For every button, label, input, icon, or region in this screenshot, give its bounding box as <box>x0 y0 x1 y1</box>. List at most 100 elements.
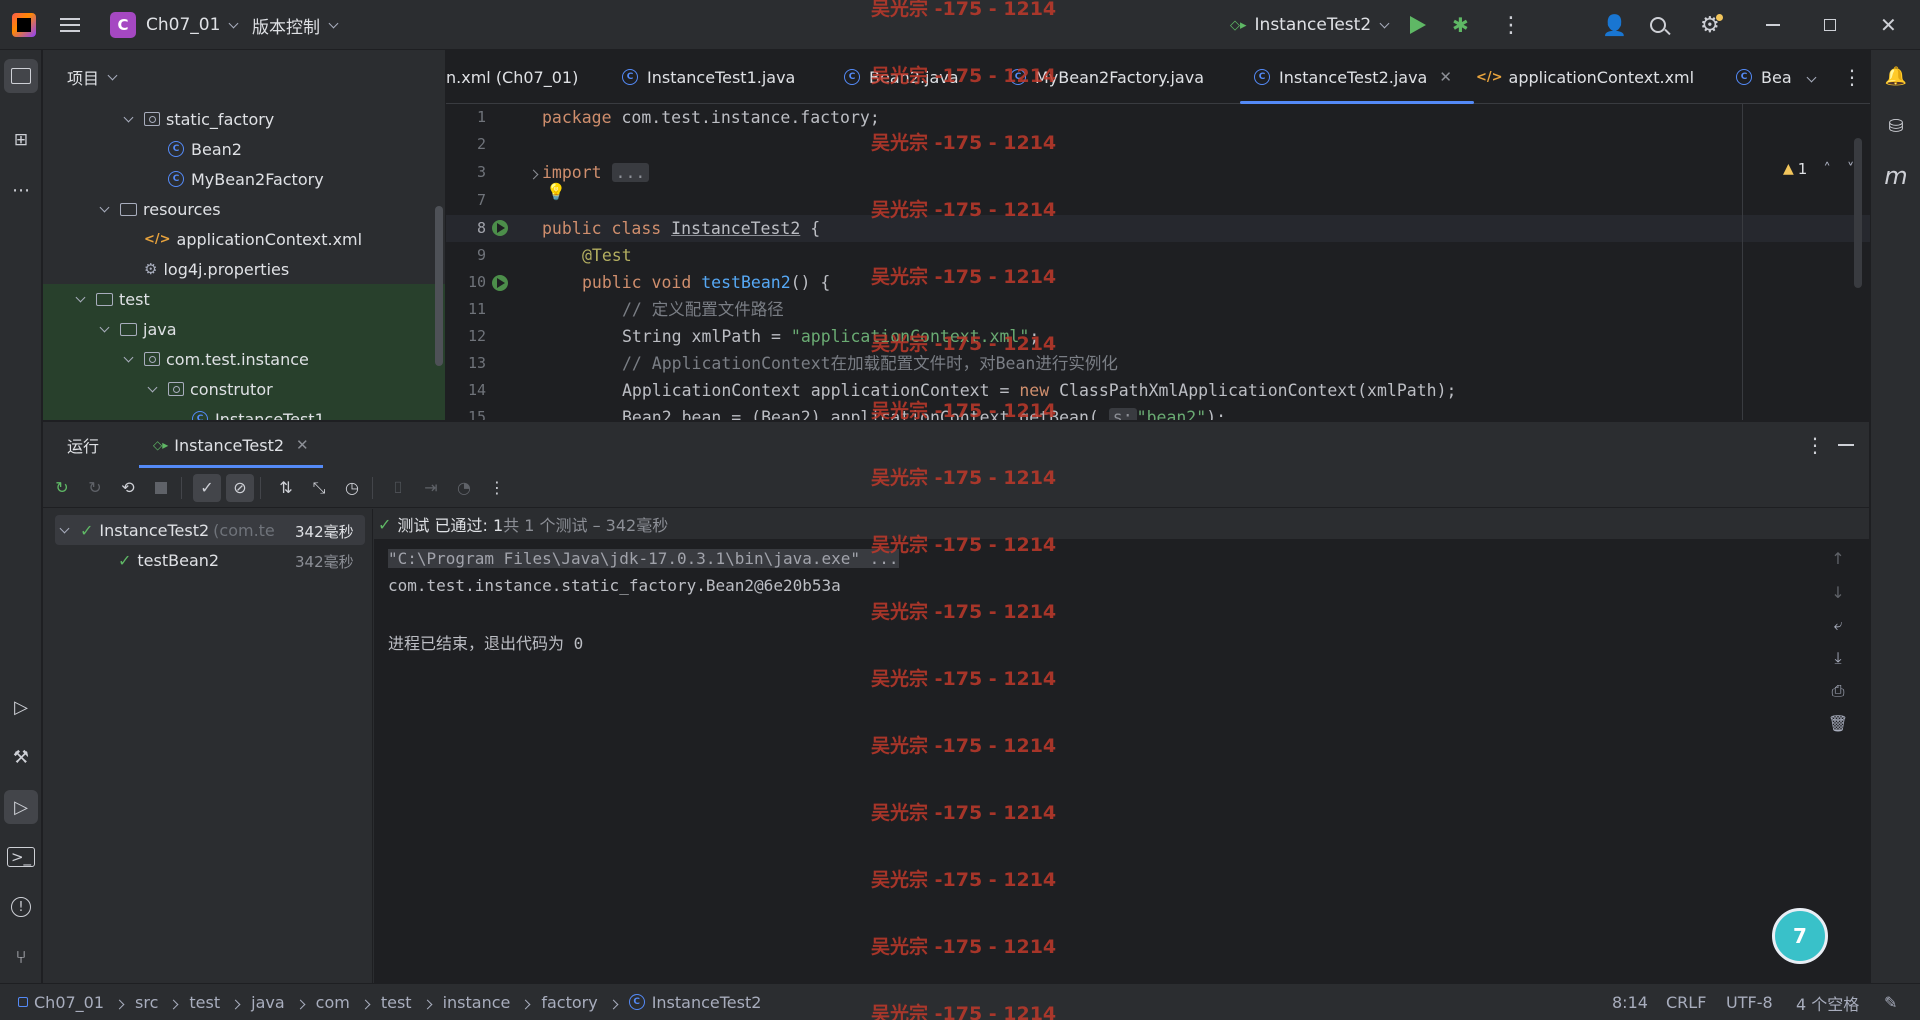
tree-item-java[interactable]: java <box>43 314 445 344</box>
chevron-down-icon[interactable] <box>99 202 110 212</box>
project-switcher[interactable]: C Ch07_01 <box>110 0 239 50</box>
settings-button[interactable]: ⚙ <box>1700 0 1723 50</box>
editor-scrollbar[interactable] <box>1854 138 1862 288</box>
toggle-auto-test-button[interactable]: ⟲ <box>114 474 142 502</box>
tree-item-resources[interactable]: resources <box>43 194 445 224</box>
inspection-widget[interactable]: ▲ 1 ˄ ˅ <box>1783 160 1854 178</box>
chevron-down-icon[interactable] <box>123 352 134 362</box>
screenshot-button[interactable]: ⌷ <box>384 474 412 502</box>
line-separator[interactable]: CRLF <box>1666 984 1706 1020</box>
test-row-testbean2[interactable]: ✓ testBean2 <box>118 545 219 575</box>
breadcrumb-item[interactable]: Ch07_01 <box>18 993 104 1012</box>
chevron-down-icon[interactable] <box>75 292 86 302</box>
chevron-up-icon[interactable]: ˄ <box>1823 160 1831 178</box>
editor-tab[interactable]: C Bean2.java <box>844 50 959 104</box>
close-icon[interactable]: ✕ <box>1439 68 1452 86</box>
code-line-11[interactable]: // 定义配置文件路径 <box>542 296 784 323</box>
indent-setting[interactable]: 4 个空格 <box>1796 984 1859 1020</box>
down-arrow-icon[interactable]: ↓ <box>1823 583 1853 602</box>
chevron-down-icon[interactable] <box>123 112 134 122</box>
file-encoding[interactable]: UTF-8 <box>1726 984 1773 1020</box>
tree-item-static-factory[interactable]: static_factory <box>43 104 445 134</box>
caret-position[interactable]: 8:14 <box>1612 984 1648 1020</box>
editor-tab[interactable]: C MyBean2Factory.java <box>1010 50 1204 104</box>
mascot-avatar[interactable]: 7 <box>1772 908 1828 964</box>
tree-item-test[interactable]: test <box>43 284 445 314</box>
code-line-9[interactable]: @Test <box>542 242 632 269</box>
tree-item-construtor[interactable]: construtor <box>43 374 445 404</box>
code-line-1[interactable]: package com.test.instance.factory; <box>542 104 880 131</box>
tree-item-bean2[interactable]: C Bean2 <box>43 134 445 164</box>
structure-tool-button[interactable]: ⊞ <box>4 123 38 157</box>
run-panel-options-button[interactable]: ⋮ <box>1805 433 1825 457</box>
minimize-button[interactable] <box>1766 0 1780 50</box>
tree-item-com-test-instance[interactable]: com.test.instance <box>43 344 445 374</box>
breadcrumb-item[interactable]: com <box>316 993 350 1012</box>
breadcrumb-item[interactable]: test <box>381 993 412 1012</box>
code-line-10[interactable]: public void testBean2() { <box>542 269 830 296</box>
terminal-tool-button[interactable]: >_ <box>4 840 38 874</box>
build-tool-button[interactable]: ⚒ <box>4 740 38 774</box>
test-row-root[interactable]: ✓ InstanceTest2 (com.te <box>59 515 275 545</box>
debug-button[interactable]: ✱ <box>1452 0 1469 50</box>
breadcrumb-item[interactable]: instance <box>443 993 511 1012</box>
soft-wrap-icon[interactable]: ⤶ <box>1823 615 1853 635</box>
more-actions-button[interactable]: ⋮ <box>1500 0 1522 50</box>
sort-button[interactable]: ⇅ <box>272 474 300 502</box>
editor-tab[interactable]: C InstanceTest2.java ✕ <box>1240 50 1474 104</box>
run-tab-instancetest2[interactable]: ◇▸ InstanceTest2 ✕ <box>139 422 323 468</box>
database-tool-button[interactable]: ⛁ <box>1879 109 1913 143</box>
show-ignored-toggle[interactable]: ⊘ <box>226 473 254 502</box>
collapse-button[interactable]: ⤡ <box>305 474 333 502</box>
fold-expand-icon[interactable] <box>528 163 539 182</box>
coverage-button[interactable]: ◔ <box>450 474 478 502</box>
chevron-down-icon[interactable] <box>147 382 158 392</box>
search-button[interactable] <box>1650 0 1671 50</box>
code-line-12[interactable]: String xmlPath = "applicationContext.xml… <box>542 323 1039 350</box>
breadcrumb-item[interactable]: C InstanceTest2 <box>628 993 761 1012</box>
folded-imports[interactable]: ... <box>611 163 650 182</box>
history-button[interactable]: ◷ <box>338 474 366 502</box>
breadcrumb-item[interactable]: test <box>189 993 220 1012</box>
project-panel-header[interactable]: 项目 <box>43 50 445 104</box>
restore-button[interactable] <box>1824 0 1836 50</box>
run-method-gutter-icon[interactable] <box>492 275 508 291</box>
show-passed-toggle[interactable]: ✓ <box>193 473 221 502</box>
close-icon[interactable]: ✕ <box>296 436 309 454</box>
console-output[interactable]: ✓ 测试 已通过: 1 共 1 个测试 – 342毫秒 "C:\Program … <box>374 509 1869 984</box>
tree-item-applicationcontext-xml[interactable]: </> applicationContext.xml <box>43 224 445 254</box>
tree-item-instancetest1[interactable]: C InstanceTest1 <box>43 404 445 420</box>
breadcrumb-item[interactable]: src <box>135 993 158 1012</box>
editor-tab[interactable]: C InstanceTest1.java <box>622 50 795 104</box>
rerun-failed-button[interactable]: ↻ <box>81 474 109 502</box>
run-config-selector[interactable]: ◇▸ InstanceTest2 <box>1230 0 1390 50</box>
close-window-button[interactable]: ✕ <box>1880 0 1897 50</box>
hide-panel-button[interactable] <box>1838 444 1854 446</box>
run-button[interactable] <box>1410 0 1426 50</box>
more-tools-button[interactable]: ⋯ <box>4 173 38 207</box>
project-tool-button[interactable] <box>4 59 38 93</box>
maven-tool-button[interactable]: m <box>1879 159 1913 193</box>
tree-item-mybean2factory[interactable]: C MyBean2Factory <box>43 164 445 194</box>
run-tool-button[interactable]: ▷ <box>4 790 38 824</box>
code-line-15[interactable]: Bean2 bean = (Bean2) applicationContext.… <box>542 404 1226 420</box>
trash-icon[interactable]: 🗑 <box>1823 714 1853 733</box>
code-line-14[interactable]: ApplicationContext applicationContext = … <box>542 377 1456 404</box>
project-scrollbar[interactable] <box>435 206 443 366</box>
tab-list-button[interactable] <box>1806 50 1817 104</box>
main-menu-icon[interactable] <box>60 0 80 50</box>
code-line-8[interactable]: public class InstanceTest2 { <box>542 215 820 242</box>
notifications-button[interactable]: 🔔 <box>1879 59 1913 93</box>
stop-button[interactable] <box>147 474 175 502</box>
vcs-menu[interactable]: 版本控制 <box>252 0 339 50</box>
app-logo-icon[interactable] <box>12 0 36 50</box>
rerun-button[interactable]: ↻ <box>48 474 76 502</box>
problems-tool-button[interactable]: ! <box>4 890 38 924</box>
editor-tab[interactable]: C Bea <box>1736 50 1792 104</box>
code-line-13[interactable]: // ApplicationContext在加载配置文件时，对Bean进行实例化 <box>542 350 1118 377</box>
chevron-down-icon[interactable] <box>99 322 110 332</box>
tree-item-log4j-properties[interactable]: ⚙ log4j.properties <box>43 254 445 284</box>
toolbar-more-button[interactable]: ⋮ <box>483 474 511 502</box>
print-icon[interactable]: ⎙ <box>1823 681 1853 701</box>
editor-more-button[interactable]: ⋮ <box>1842 50 1862 104</box>
